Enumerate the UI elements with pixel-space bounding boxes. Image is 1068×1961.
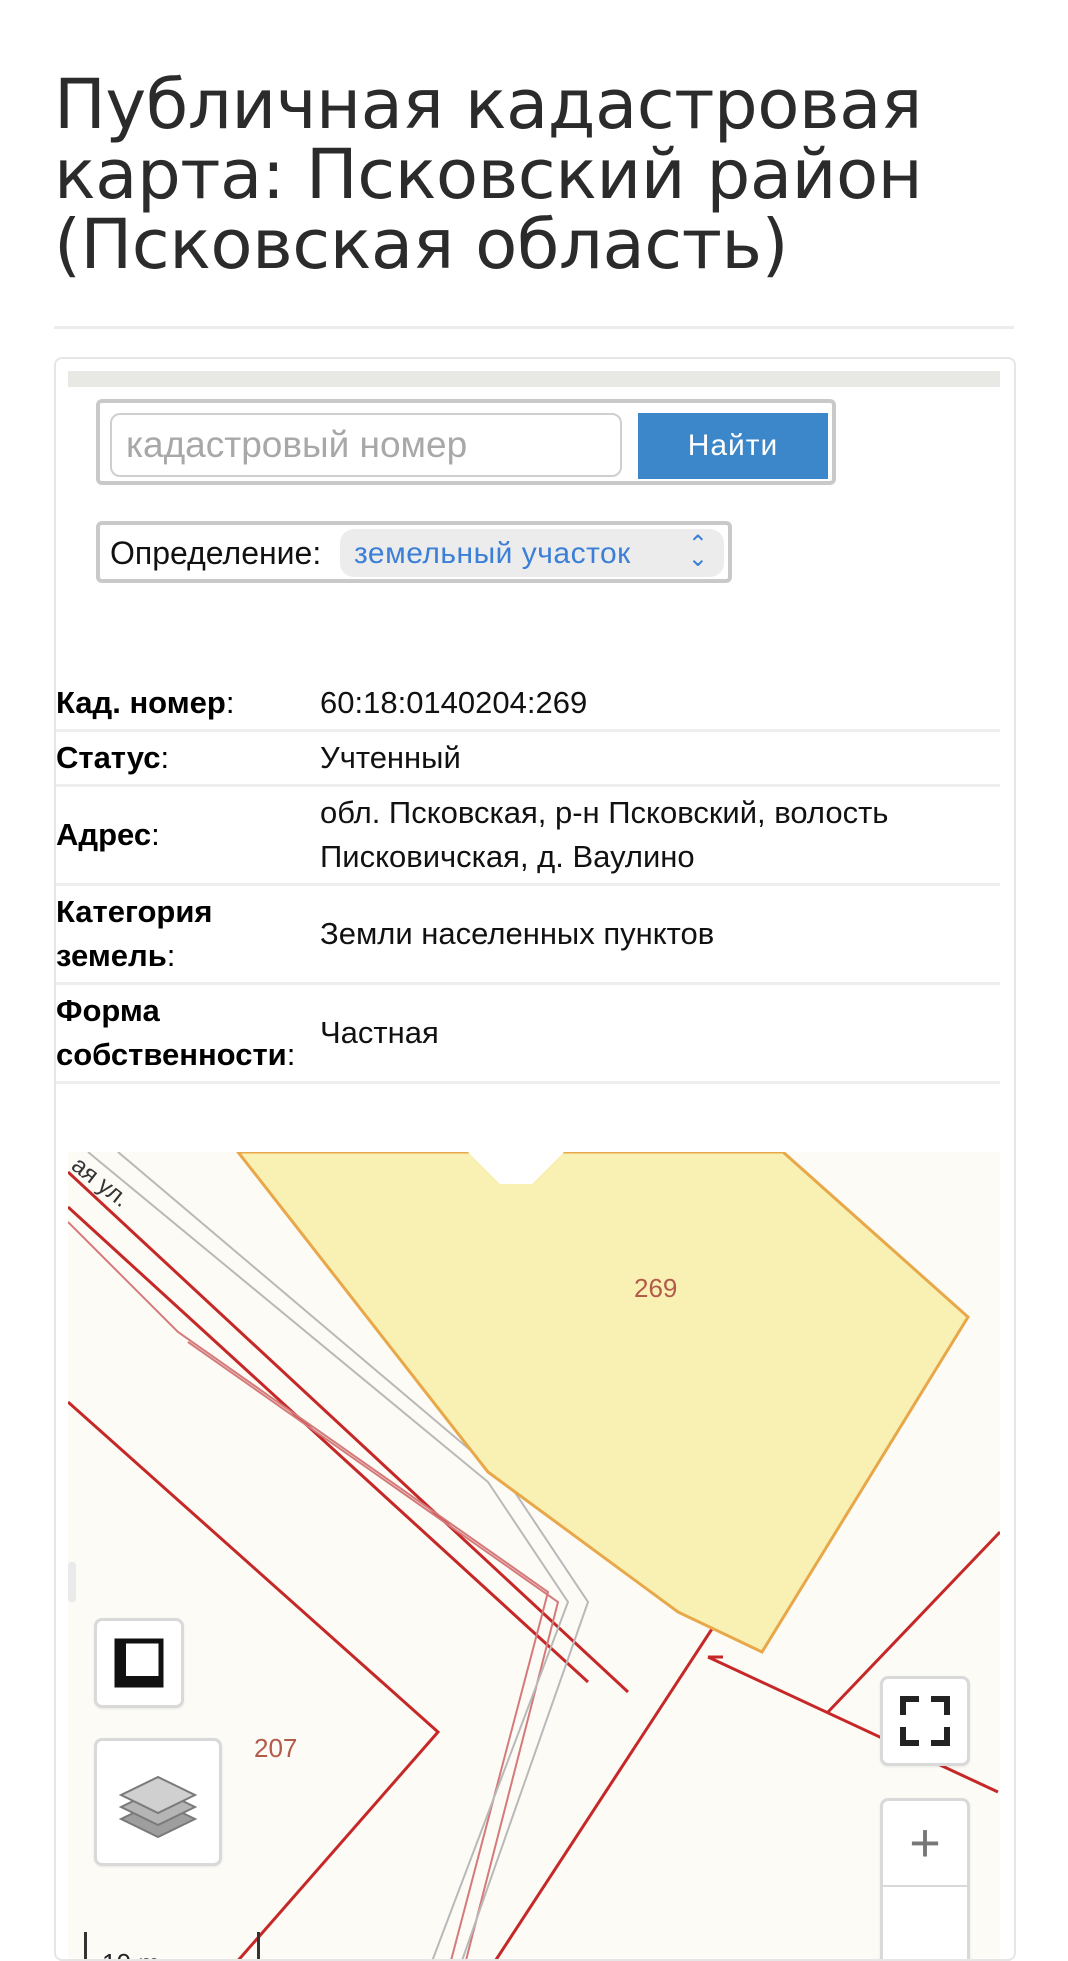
fullscreen-icon [900, 1696, 950, 1746]
row-key-cad-number: Кад. номер [56, 685, 226, 720]
zoom-divider [883, 1885, 967, 1887]
parcel-207-label: 207 [254, 1733, 297, 1763]
layers-icon [118, 1775, 198, 1839]
search-bar: Найти [96, 399, 836, 485]
row-key-land-category: Категория земель [56, 894, 213, 973]
parcel-269-shape[interactable] [236, 1152, 970, 1654]
row-value-land-category: Земли населенных пунктов [306, 886, 1000, 985]
definition-select[interactable]: земельный участок ⌃ ⌄ [340, 529, 724, 577]
scale-label: 10 m [102, 1948, 160, 1959]
row-key-status: Статус [56, 740, 161, 775]
map-widget: Найти Определение: земельный участок ⌃⌄ … [54, 357, 1016, 1961]
cadastral-map[interactable]: 269 207 ая ул. + [68, 1152, 1000, 1959]
ruler-icon [114, 1638, 164, 1688]
ruler-button[interactable] [94, 1618, 184, 1708]
page-title: Публичная кадастровая карта: Псковский р… [54, 65, 923, 285]
find-button[interactable]: Найти [638, 413, 828, 479]
row-value-cad-number: 60:18:0140204:269 [306, 677, 1000, 732]
table-row: Форма собственности: Частная [56, 985, 1000, 1084]
map-side-handle[interactable] [68, 1562, 76, 1602]
zoom-control: + [880, 1798, 970, 1959]
table-row: Адрес: обл. Псковская, р-н Псковский, во… [56, 787, 1000, 886]
table-row: Статус: Учтенный [56, 732, 1000, 787]
chevron-up-down-icon: ⌃ ⌄ [687, 530, 708, 572]
row-value-ownership: Частная [306, 985, 1000, 1084]
layers-button[interactable] [94, 1738, 222, 1866]
cadastral-number-input[interactable] [110, 413, 622, 477]
table-row: Кад. номер: 60:18:0140204:269 [56, 677, 1000, 732]
row-key-address: Адрес [56, 817, 152, 852]
parcel-info-table: Кад. номер: 60:18:0140204:269 Статус: Уч… [56, 677, 1000, 1084]
row-value-address: обл. Псковская, р-н Псковский, волость П… [306, 787, 1000, 886]
zoom-in-button[interactable]: + [883, 1801, 967, 1885]
parcel-269-label: 269 [634, 1273, 677, 1303]
definition-select-value: земельный участок [354, 537, 631, 570]
title-divider [54, 326, 1014, 329]
definition-label: Определение: [110, 535, 322, 571]
row-value-status: Учтенный [306, 732, 1000, 787]
table-row: Категория земель: Земли населенных пункт… [56, 886, 1000, 985]
fullscreen-button[interactable] [880, 1676, 970, 1766]
definition-selector: Определение: земельный участок ⌃ ⌄ [96, 521, 732, 583]
row-key-ownership: Форма собственности [56, 993, 287, 1072]
widget-top-bar [68, 371, 1000, 387]
